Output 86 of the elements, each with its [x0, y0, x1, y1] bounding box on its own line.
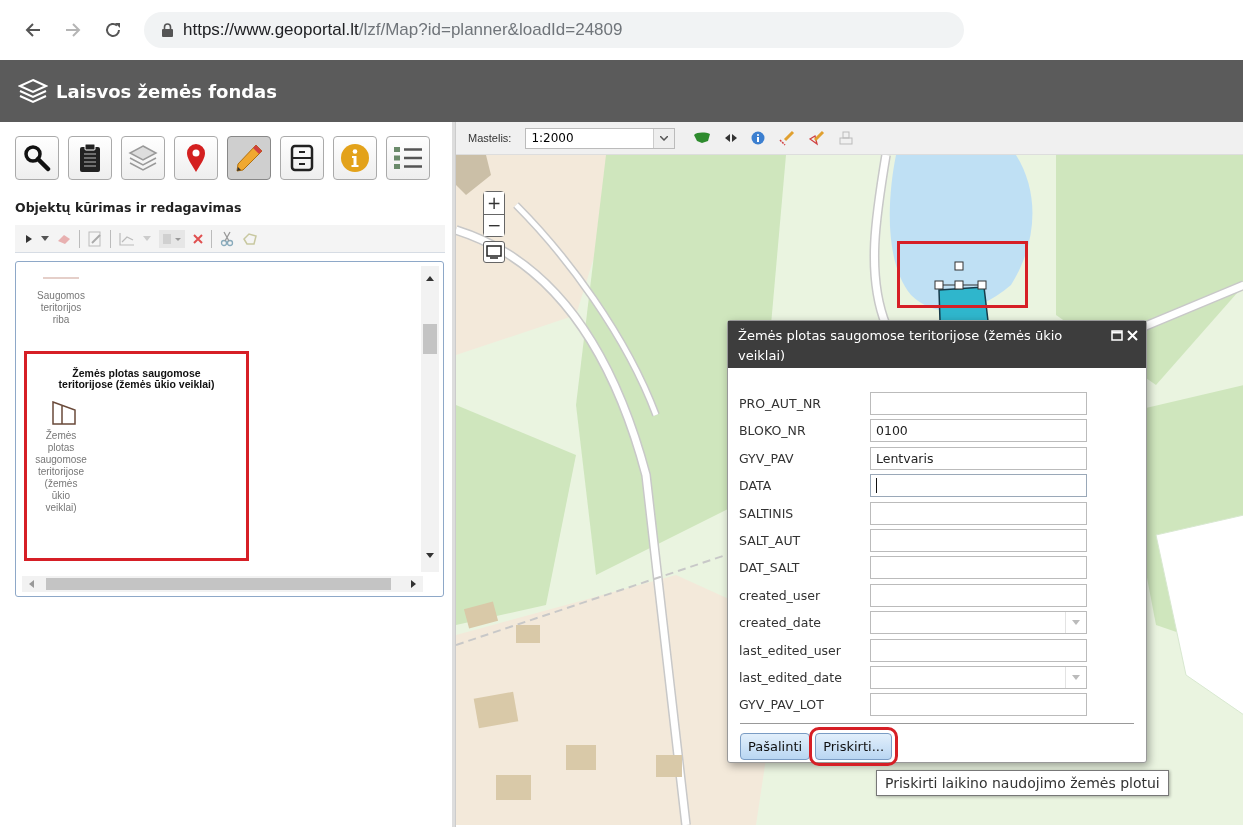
- caret-icon[interactable]: [41, 235, 49, 242]
- field-label: SALT_AUT: [739, 532, 802, 548]
- input-field[interactable]: [870, 583, 1087, 607]
- info-button[interactable]: [333, 136, 377, 180]
- field-label: last_edited_date: [739, 669, 843, 685]
- selected-polygon-drawing[interactable]: [934, 261, 989, 322]
- input-field[interactable]: [870, 638, 1087, 662]
- chart-line-icon[interactable]: [119, 231, 135, 246]
- eraser-icon[interactable]: [57, 232, 71, 245]
- input-field[interactable]: [870, 474, 1087, 498]
- scale-select[interactable]: 1:2000: [525, 127, 676, 149]
- field-label: DATA: [739, 478, 773, 494]
- date-field[interactable]: [870, 611, 1087, 635]
- dropdown-arrow-icon: [1072, 674, 1080, 680]
- app-title: Laisvos žemės fondas: [56, 80, 277, 102]
- clipboard-icon: [79, 143, 101, 173]
- input-field[interactable]: [870, 693, 1087, 717]
- list-icon: [393, 145, 423, 171]
- field-label: DAT_SALT: [739, 560, 801, 576]
- layers-icon: [128, 144, 158, 172]
- scale-label: Mastelis:: [468, 132, 512, 144]
- tooltip: Priskirti laikino naudojimo žemės plotui: [876, 770, 1169, 796]
- print-icon[interactable]: [839, 131, 854, 145]
- list-button[interactable]: [386, 136, 430, 180]
- document-icon[interactable]: [88, 230, 102, 247]
- panel-heading: Objektų kūrimas ir redagavimas: [15, 200, 243, 215]
- cabinet-button[interactable]: [280, 136, 324, 180]
- field-label: PRO_AUT_NR: [739, 396, 822, 411]
- info-icon: [340, 143, 370, 173]
- field-label: GYV_PAV_LOT: [739, 697, 825, 713]
- field-label: created_date: [739, 615, 823, 631]
- dialog-title: Žemės plotas saugomose teritorijose (žemės ūkio veiklai): [738, 327, 1064, 365]
- polygon-symbol-icon: [51, 400, 77, 427]
- dropdown-arrow-icon: [1072, 620, 1080, 626]
- field-label: SALTINIS: [739, 505, 795, 521]
- search-button[interactable]: [15, 136, 59, 180]
- map-pin-icon: [186, 143, 206, 173]
- chevron-down-icon: [660, 135, 669, 141]
- template-heading: Žemės plotas saugomose teritorijose (žemės ūkio veiklai): [57, 366, 216, 391]
- country-shape-icon[interactable]: [693, 132, 712, 144]
- map-pin-button[interactable]: [174, 136, 218, 180]
- input-field[interactable]: 0100: [870, 419, 1087, 443]
- full-extent-button[interactable]: [483, 241, 505, 263]
- grid-icon[interactable]: [159, 229, 185, 248]
- dialog-button[interactable]: Pašalinti: [740, 733, 811, 761]
- address-bar[interactable]: https://www.geoportal.lt/lzf/Map?id=planner&loadId=24809: [144, 12, 964, 48]
- line-symbol-icon: [43, 277, 79, 280]
- field-label: created_user: [739, 587, 822, 603]
- input-field[interactable]: [870, 501, 1087, 525]
- shape-outline-icon[interactable]: [242, 231, 258, 246]
- ruler-area-icon[interactable]: [809, 130, 826, 146]
- ruler-line-icon[interactable]: [779, 130, 796, 146]
- scissors-icon[interactable]: [220, 230, 234, 247]
- info-icon[interactable]: [751, 131, 766, 145]
- input-field[interactable]: Lentvaris: [870, 446, 1087, 470]
- field-label: BLOKO_NR: [739, 423, 807, 439]
- input-field[interactable]: [870, 528, 1087, 552]
- vertical-scrollbar[interactable]: [421, 266, 439, 572]
- close-button[interactable]: [1127, 330, 1138, 341]
- lock-icon: [162, 23, 173, 37]
- pointer-icon[interactable]: [25, 233, 33, 244]
- cabinet-icon: [290, 144, 314, 172]
- layers-icon: [18, 78, 48, 104]
- screen-icon: [486, 245, 502, 259]
- horizontal-arrows-icon[interactable]: [725, 133, 738, 143]
- template-label: Žemės plotas saugomose teritorijose (žemės ūkio veiklai): [35, 430, 87, 515]
- input-field[interactable]: [870, 556, 1087, 580]
- layers-button[interactable]: [121, 136, 165, 180]
- pencil-button[interactable]: [227, 136, 271, 180]
- clipboard-button[interactable]: [68, 136, 112, 180]
- pencil-icon: [234, 143, 264, 173]
- horizontal-scrollbar[interactable]: [22, 576, 423, 592]
- date-field[interactable]: [870, 665, 1087, 689]
- template-item[interactable]: Saugomos teritorijos riba: [24, 268, 249, 337]
- maximize-button[interactable]: [1111, 330, 1123, 341]
- search-icon: [23, 144, 51, 172]
- url-text: https://www.geoportal.lt/lzf/Map?id=planner&loadId=24809: [183, 20, 623, 40]
- input-field[interactable]: [870, 392, 1087, 415]
- reload-button[interactable]: [104, 21, 122, 39]
- zoom-out-button[interactable]: −: [484, 214, 504, 236]
- field-label: GYV_PAV: [739, 450, 795, 466]
- field-label: last_edited_user: [739, 642, 842, 658]
- back-arrow-button[interactable]: [24, 21, 42, 39]
- highlight-frame[interactable]: Žemės plotas saugomose teritorijose (žemės ūkio veiklai) Žemės plotas saugomose teritorijose (žemės ūkio veiklai): [24, 351, 249, 561]
- delete-icon[interactable]: [193, 233, 203, 244]
- template-label: Saugomos teritorijos riba: [36, 290, 86, 326]
